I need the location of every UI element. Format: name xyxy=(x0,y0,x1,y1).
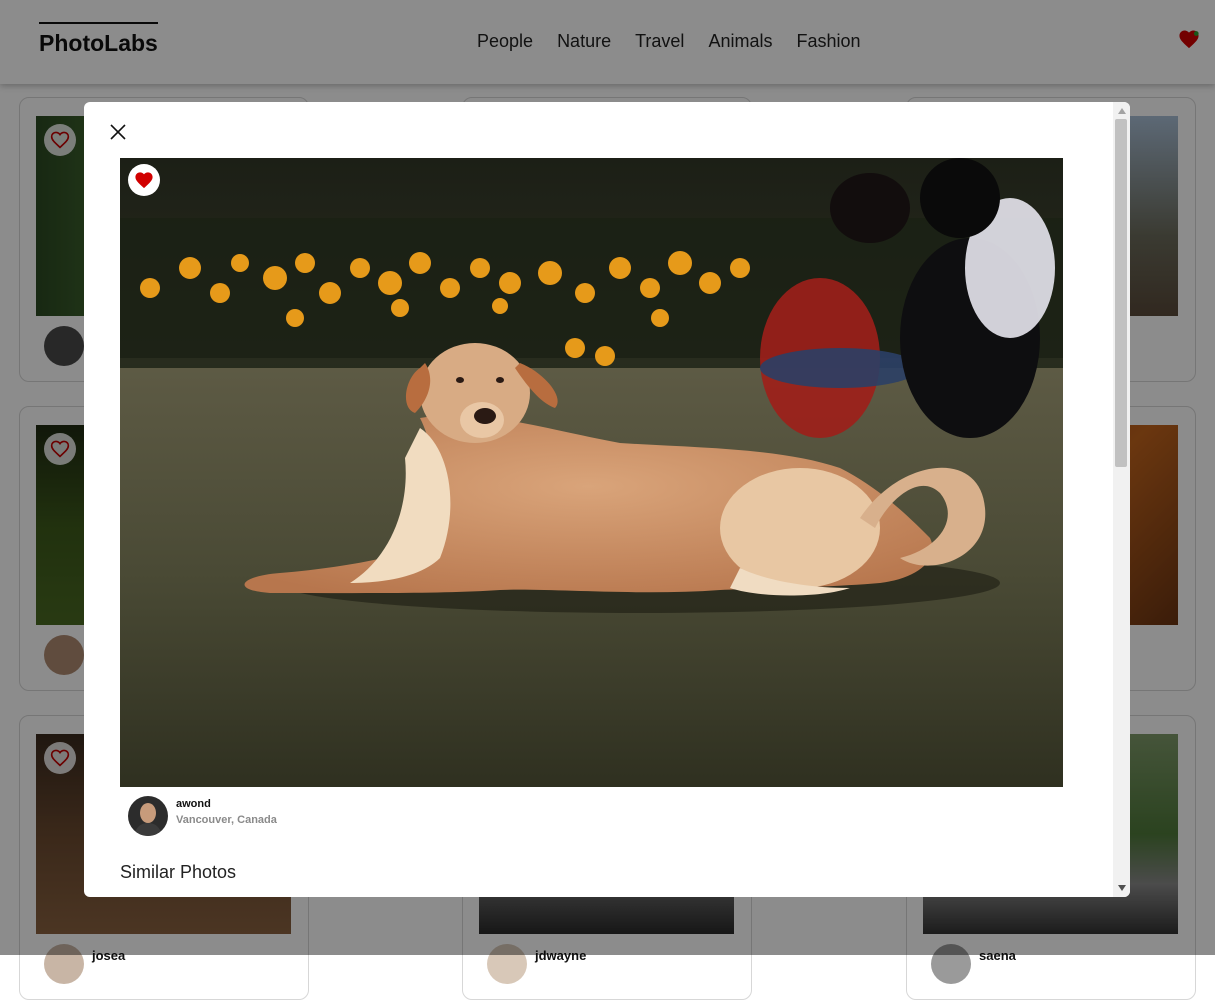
similar-photos-title: Similar Photos xyxy=(120,862,237,882)
owner-avatar xyxy=(128,796,168,836)
photo-details-modal: awond Vancouver, Canada Similar Photos xyxy=(84,102,1130,897)
heart-icon[interactable] xyxy=(128,164,160,196)
modal-scrollbar[interactable] xyxy=(1113,102,1130,897)
main-photo xyxy=(120,158,1063,787)
scroll-thumb[interactable] xyxy=(1115,119,1127,467)
owner-username: awond xyxy=(176,798,211,810)
scroll-up-arrow-icon[interactable] xyxy=(1113,104,1130,118)
owner-location: Vancouver, Canada xyxy=(176,814,277,826)
close-icon[interactable] xyxy=(106,120,130,144)
scroll-down-arrow-icon[interactable] xyxy=(1113,881,1130,895)
